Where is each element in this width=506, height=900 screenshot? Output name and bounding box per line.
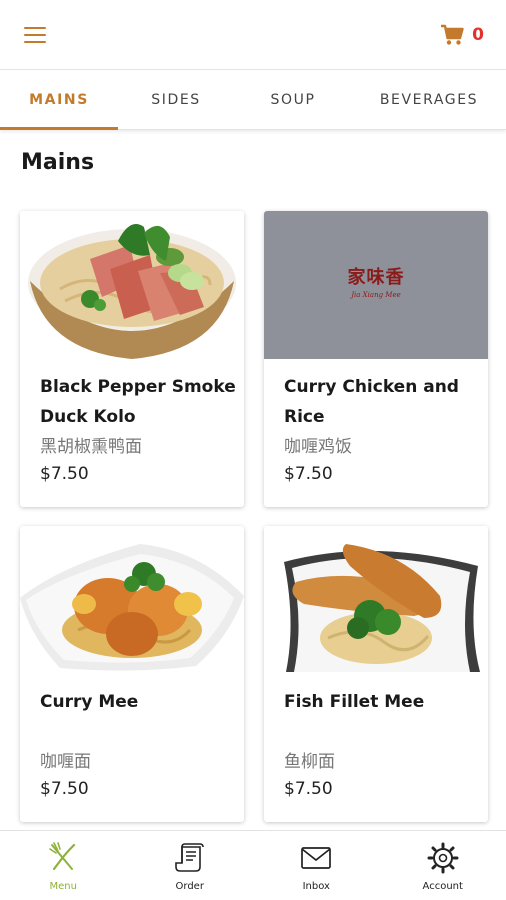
item-name-chinese: 黑胡椒熏鸭面 — [40, 437, 142, 457]
tab-mains[interactable]: MAINS — [0, 71, 118, 130]
menu-item-card[interactable]: Curry Mee 咖喱面 $7.50 — [20, 526, 244, 822]
tab-soup[interactable]: SOUP — [234, 71, 352, 129]
nav-order[interactable]: Order — [127, 831, 254, 900]
envelope-icon — [301, 847, 332, 869]
item-price: $7.50 — [284, 779, 333, 799]
item-price: $7.50 — [40, 779, 89, 799]
logo-english-text: Jia Xiang Mee — [351, 291, 401, 299]
fish-fillet-image — [264, 526, 488, 674]
top-bar: 0 — [0, 0, 506, 70]
nav-label: Inbox — [302, 881, 330, 892]
brand-logo-image: 家味香 Jia Xiang Mee — [264, 211, 488, 359]
nav-account[interactable]: Account — [380, 831, 506, 900]
item-name: Curry Chicken and Rice — [284, 377, 459, 427]
item-name: Fish Fillet Mee — [284, 692, 425, 712]
hamburger-menu-icon[interactable] — [24, 27, 46, 43]
category-tabs: MAINS SIDES SOUP BEVERAGES — [0, 71, 506, 130]
item-name-chinese: 咖喱鸡饭 — [284, 437, 352, 457]
logo-chinese-text: 家味香 — [347, 267, 405, 288]
menu-item-card[interactable]: Fish Fillet Mee 鱼柳面 $7.50 — [264, 526, 488, 822]
item-name-chinese: 鱼柳面 — [284, 752, 335, 772]
tab-beverages[interactable]: BEVERAGES — [352, 71, 506, 129]
receipt-icon — [174, 843, 204, 872]
bottom-nav: Menu Order Inbox Account — [0, 830, 506, 900]
fork-knife-icon — [49, 842, 76, 871]
nav-menu[interactable]: Menu — [0, 831, 127, 900]
section-title: Mains — [21, 150, 95, 175]
item-name-chinese: 咖喱面 — [40, 752, 91, 772]
nav-label: Account — [422, 881, 463, 892]
item-price: $7.50 — [40, 464, 89, 484]
nav-label: Order — [175, 881, 204, 892]
cart-button[interactable]: 0 — [440, 22, 484, 48]
nav-inbox[interactable]: Inbox — [253, 831, 380, 900]
menu-item-card[interactable]: Black Pepper Smoke Duck Kolo 黑胡椒熏鸭面 $7.5… — [20, 211, 244, 507]
menu-item-card[interactable]: 家味香 Jia Xiang Mee Curry Chicken and Rice… — [264, 211, 488, 507]
duck-noodle-image — [20, 211, 244, 359]
item-price: $7.50 — [284, 464, 333, 484]
item-name: Curry Mee — [40, 692, 139, 712]
item-name: Black Pepper Smoke Duck Kolo — [40, 377, 236, 427]
tab-sides[interactable]: SIDES — [118, 71, 234, 129]
curry-mee-image — [20, 526, 244, 674]
cart-count: 0 — [472, 25, 484, 45]
gear-icon — [427, 842, 459, 874]
shopping-cart-icon — [441, 24, 464, 45]
nav-label: Menu — [49, 881, 77, 892]
